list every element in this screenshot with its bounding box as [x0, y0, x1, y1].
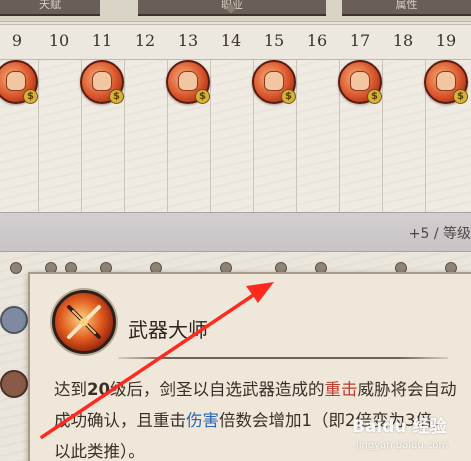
fist-glyph: [92, 71, 112, 91]
level-number-row: 9 10 11 12 13 14 15 16 17 18 19: [0, 24, 471, 60]
tab-label: 天赋: [39, 0, 61, 11]
grid-divider: [382, 60, 383, 212]
watermark-url: jingyan.baidu.com: [356, 440, 449, 451]
fist-glyph: [264, 71, 284, 91]
level-grid: [0, 60, 471, 212]
crossed-weapons-icon: [52, 290, 116, 354]
ability-thumb-icon[interactable]: [0, 370, 28, 398]
grid-divider: [296, 60, 297, 212]
fist-glyph: [6, 71, 26, 91]
fist-glyph: [178, 71, 198, 91]
fist-icon[interactable]: $: [338, 60, 382, 104]
desc-text: 达到: [54, 380, 87, 399]
fist-icon[interactable]: $: [166, 60, 210, 104]
level-11: 11: [91, 31, 113, 50]
level-16: 16: [306, 31, 328, 50]
coin-badge-icon: $: [367, 89, 382, 104]
fist-icon[interactable]: $: [80, 60, 124, 104]
fist-glyph: [436, 71, 456, 91]
level-9: 9: [11, 31, 23, 50]
top-tab-strip: 天赋 职业 属性 ◆: [0, 0, 471, 22]
desc-keyword-damage[interactable]: 伤害: [186, 411, 219, 430]
desc-text: 倍数会增加: [219, 411, 302, 430]
level-15: 15: [263, 31, 285, 50]
crossed-weapons-glyph: [67, 305, 101, 339]
fist-icon[interactable]: $: [424, 60, 468, 104]
coin-badge-icon: $: [109, 89, 124, 104]
level-12: 12: [134, 31, 156, 50]
grid-divider: [210, 60, 211, 212]
desc-text: 级后，剑圣以自选武器造成的: [109, 380, 325, 399]
level-10: 10: [48, 31, 70, 50]
coin-badge-icon: $: [453, 89, 468, 104]
grid-divider: [124, 60, 125, 212]
desc-keyword-critical[interactable]: 重击: [324, 380, 357, 399]
level-19: 19: [435, 31, 457, 50]
desc-level: 20: [87, 380, 110, 399]
tab-label: 属性: [395, 0, 418, 11]
level-18: 18: [392, 31, 414, 50]
baidu-watermark: Baidu 经验 jingyan.baidu.com: [352, 412, 470, 460]
watermark-brand: Baidu 经验: [352, 417, 447, 437]
tab-attributes[interactable]: 属性: [342, 0, 471, 16]
level-17: 17: [349, 31, 371, 50]
level-13: 13: [177, 31, 199, 50]
tab-talent[interactable]: 天赋: [0, 0, 100, 16]
coin-badge-icon: $: [23, 89, 38, 104]
tooltip-title: 武器大师: [128, 318, 208, 342]
level-14: 14: [220, 31, 242, 50]
ability-thumb-icon[interactable]: [0, 306, 28, 334]
fist-glyph: [350, 71, 370, 91]
lion-icon[interactable]: [10, 262, 22, 274]
fist-icon[interactable]: $: [252, 60, 296, 104]
grid-divider: [38, 60, 39, 212]
tooltip-divider: [118, 357, 448, 359]
diamond-ornament-icon: ◆: [226, 1, 236, 16]
coin-badge-icon: $: [195, 89, 210, 104]
level-progress-bar: +5 / 等级: [0, 212, 471, 252]
fist-icon[interactable]: $: [0, 60, 38, 104]
coin-badge-icon: $: [281, 89, 296, 104]
level-bonus-text: +5 / 等级: [408, 226, 471, 242]
